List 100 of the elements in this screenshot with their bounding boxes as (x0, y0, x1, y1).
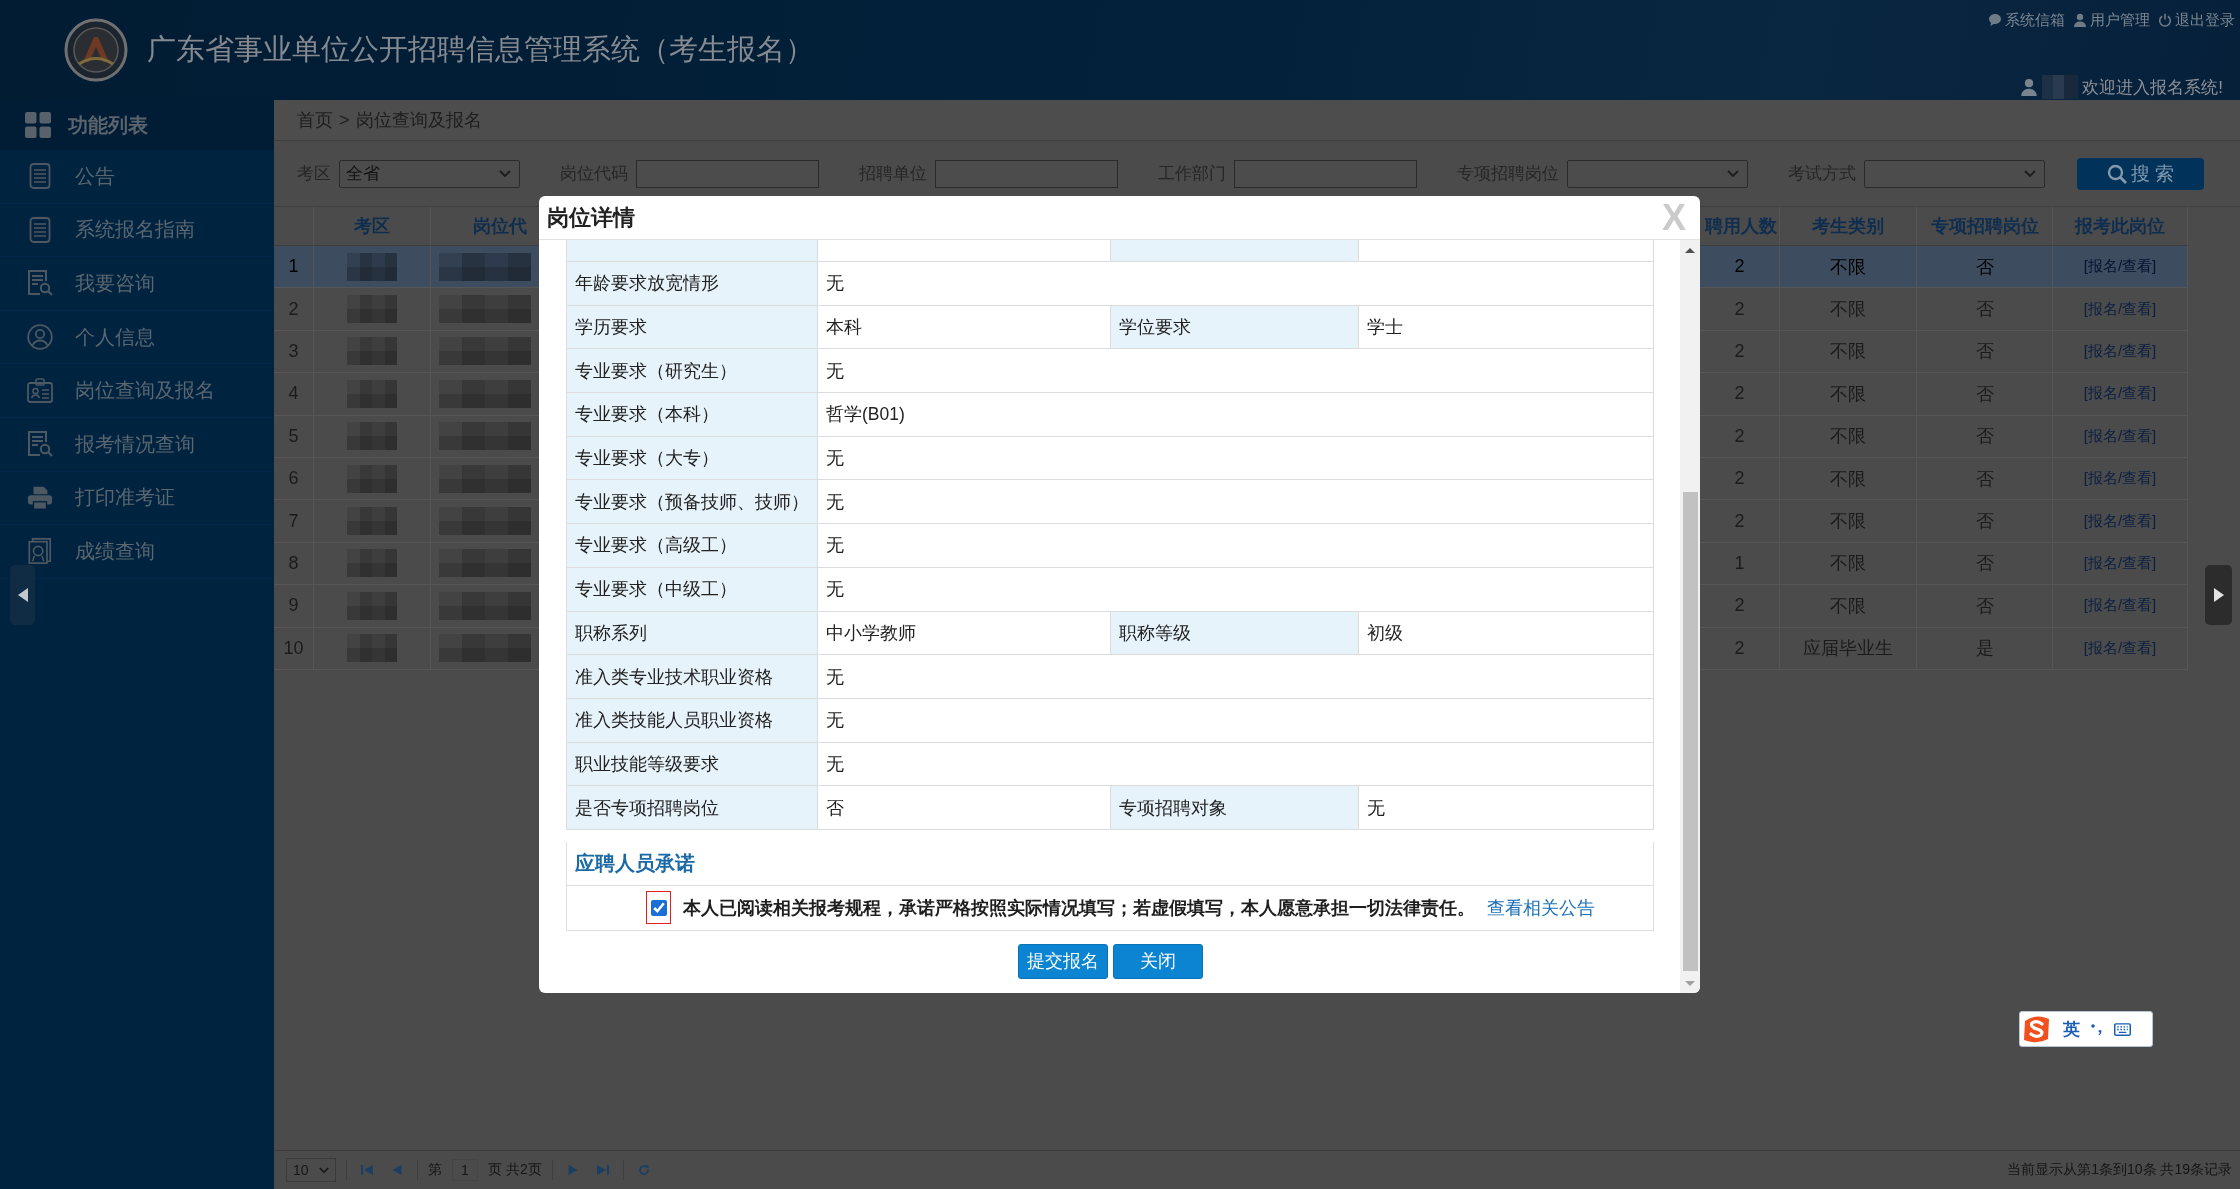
field-value-cell-text: 无 (1366, 796, 1386, 820)
field-value-cell-text: 无 (825, 752, 845, 776)
sidebar-item[interactable]: 报考情况查询 (0, 417, 274, 472)
triangle-down-icon (1685, 980, 1695, 986)
field-value-cell-text: 哲学(B01) (825, 403, 906, 427)
apply-view-link[interactable]: [报名/查看] (2083, 596, 2157, 616)
field-value-cell-text: 无 (825, 490, 845, 514)
pixelated-block (347, 634, 397, 663)
agree-checkbox[interactable] (650, 899, 667, 916)
pixelated-block (347, 591, 397, 620)
chevron-down-icon (319, 1166, 329, 1174)
column-header: 考区 (314, 207, 431, 245)
field-label-cell: 学历要求 (567, 305, 818, 349)
document-search-icon (27, 270, 53, 297)
column-header: 报考此岗位 (2053, 207, 2188, 245)
apply-view-link[interactable]: [报名/查看] (2083, 426, 2157, 446)
apply-view-link[interactable]: [报名/查看] (2083, 257, 2157, 277)
grid-icon (25, 112, 51, 138)
field-label-cell: 准入类技能人员职业资格 (567, 698, 818, 742)
pixelated-block (347, 464, 397, 493)
chat-bubble-icon (1988, 13, 2002, 27)
field-value-cell-text: 无 (825, 709, 845, 733)
input-field[interactable] (935, 159, 1118, 188)
sidebar-item[interactable]: 公告 (0, 150, 274, 204)
field-label-cell: 年龄要求放宽情形 (567, 262, 818, 305)
field-label-cell: 专业要求（高级工） (567, 524, 818, 567)
sidebar-item[interactable]: 系统报名指南 (0, 203, 274, 258)
input-field[interactable] (1234, 159, 1417, 188)
column-header: 考生类别 (1780, 207, 1917, 245)
dropdown-field[interactable] (1864, 159, 2045, 188)
dropdown-field[interactable]: 全省 (339, 159, 520, 188)
triangle-up-icon (1685, 247, 1695, 253)
apply-view-link[interactable]: [报名/查看] (2083, 469, 2157, 489)
header-link[interactable]: 用户管理 (2073, 10, 2150, 30)
scrollbar-thumb[interactable] (1682, 492, 1698, 971)
field-value-cell-text: 无 (825, 665, 845, 689)
punctuation-icon[interactable] (2090, 1022, 2104, 1036)
triangle-right-icon (2213, 588, 2224, 602)
sidebar-item[interactable]: 岗位查询及报名 (0, 364, 274, 418)
search-icon (2106, 163, 2127, 184)
dialog-button[interactable]: 提交报名 (1017, 943, 1108, 979)
column-header: 专项招聘岗位 (1917, 207, 2053, 245)
input-mode-label[interactable]: 英 (2063, 1017, 2080, 1041)
field-label-cell: 专业要求（研究生） (567, 349, 818, 393)
pixelated-block (347, 252, 397, 281)
apply-view-link[interactable]: [报名/查看] (2083, 384, 2157, 404)
notice-link[interactable]: 查看相关公告 (1487, 895, 1595, 920)
apply-view-link[interactable]: [报名/查看] (2083, 299, 2157, 319)
field-label-cell: 职称等级 (1111, 611, 1359, 655)
sidebar-collapse-button[interactable] (10, 565, 35, 625)
chevron-down-icon (499, 169, 511, 178)
row-number: 1 (274, 246, 314, 288)
apply-view-link[interactable]: [报名/查看] (2083, 638, 2157, 658)
header-link[interactable]: 退出登录 (2158, 10, 2235, 30)
table-row[interactable]: 1 (274, 246, 539, 289)
triangle-right-icon (566, 1164, 579, 1176)
table-row[interactable]: 2 不限 否 [报名/查看] (1700, 246, 2188, 289)
pixelated-block (347, 295, 397, 324)
field-label-cell: 专业要求（中级工） (567, 567, 818, 611)
panel-expand-button[interactable] (2205, 565, 2232, 625)
field-label-cell: 专业要求（预备技师、技师） (567, 480, 818, 524)
field-label-cell: 专业要求（大专） (567, 436, 818, 480)
skip-last-icon (596, 1164, 609, 1176)
field-value-cell-text: 无 (825, 359, 845, 383)
list-document-icon (27, 216, 53, 243)
user-circle-icon (27, 324, 53, 351)
apply-view-link[interactable]: [报名/查看] (2083, 341, 2157, 361)
pledge-statement: 本人已阅读相关报考规程，承诺严格按照实际情况填写；若虚假填写，本人愿意承担一切法律责任。 (683, 896, 1475, 920)
dropdown-field[interactable] (1567, 159, 1748, 188)
sidebar-item[interactable]: 我要咨询 (0, 257, 274, 311)
section-heading: 应聘人员承诺 (575, 850, 695, 876)
welcome-text: 欢迎进入报名系统! (2082, 76, 2223, 99)
certificate-icon (27, 538, 53, 565)
field-label-cell: 准入类专业技术职业资格 (567, 655, 818, 698)
user-icon (2073, 13, 2087, 27)
table-cell: 不限 (1780, 246, 1917, 288)
field-label-cell: 职业技能等级要求 (567, 742, 818, 786)
field-value-cell-text: 无 (825, 272, 845, 296)
sidebar-item[interactable]: 个人信息 (0, 310, 274, 365)
apply-view-link[interactable]: [报名/查看] (2083, 511, 2157, 531)
apply-view-link[interactable]: [报名/查看] (2083, 553, 2157, 573)
keyboard-icon[interactable] (2114, 1022, 2131, 1036)
chevron-down-icon (2024, 169, 2036, 178)
input-field[interactable] (636, 159, 819, 188)
scrollbar-track[interactable] (1680, 240, 1700, 993)
search-button[interactable]: 搜 索 (2077, 157, 2204, 190)
pixelated-block (347, 379, 397, 408)
field-label-cell: 专业要求（本科） (567, 393, 818, 436)
sidebar-item[interactable]: 打印准考证 (0, 471, 274, 526)
pixelated-block (347, 337, 397, 366)
dialog-button[interactable]: 关闭 (1112, 943, 1203, 979)
header-link[interactable]: 系统信箱 (1988, 10, 2065, 30)
pixelated-block (347, 549, 397, 578)
emblem-logo-icon (64, 18, 128, 82)
breadcrumb-separator: > (339, 109, 350, 131)
field-value-cell-text: 学士 (1366, 316, 1404, 340)
document-search-icon (27, 431, 53, 458)
power-icon (2158, 13, 2172, 27)
printer-icon (27, 484, 53, 511)
list-document-icon (27, 163, 53, 190)
